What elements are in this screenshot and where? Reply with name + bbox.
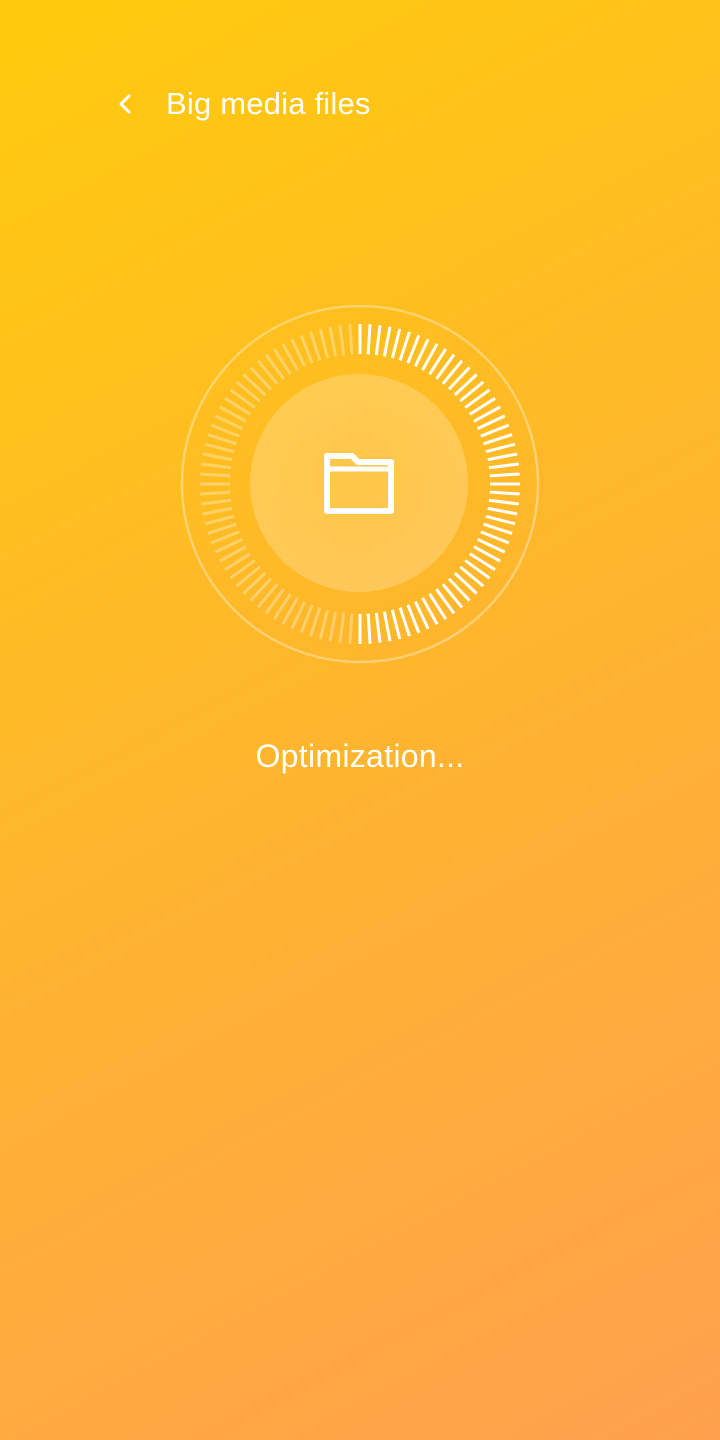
chevron-left-icon: [119, 94, 131, 114]
scan-core-circle: [250, 374, 468, 592]
progress-tick-active: [382, 326, 392, 357]
progress-tick-active: [366, 613, 372, 644]
progress-tick-inactive: [202, 506, 233, 516]
progress-tick-active: [382, 611, 392, 642]
progress-tick-inactive: [204, 514, 235, 526]
progress-tick-active: [398, 607, 411, 637]
progress-tick-inactive: [309, 331, 322, 361]
app-header: Big media files: [0, 70, 720, 140]
progress-tick-active: [390, 609, 402, 640]
progress-tick-active: [485, 514, 516, 526]
progress-tick-active: [374, 325, 382, 356]
progress-tick-active: [366, 324, 372, 355]
status-text: Optimization...: [255, 738, 465, 774]
scan-progress-ring: [180, 304, 540, 664]
progress-tick-inactive: [328, 611, 338, 642]
progress-tick-active: [489, 490, 520, 496]
progress-tick-inactive: [200, 472, 231, 478]
progress-tick-inactive: [207, 522, 237, 535]
progress-tick-active: [483, 433, 513, 446]
progress-tick-inactive: [201, 498, 232, 506]
progress-tick-active: [488, 462, 519, 470]
progress-tick-inactive: [309, 607, 322, 637]
progress-tick-inactive: [204, 442, 235, 454]
progress-tick-active: [488, 498, 519, 506]
progress-tick-inactive: [318, 328, 330, 359]
progress-tick-inactive: [338, 612, 346, 643]
progress-tick-inactive: [207, 433, 237, 446]
back-button[interactable]: [104, 82, 148, 126]
progress-tick-active: [483, 522, 513, 535]
progress-tick-active: [487, 452, 518, 462]
progress-tick-inactive: [200, 490, 231, 496]
progress-tick-inactive: [201, 462, 232, 470]
progress-tick-active: [390, 328, 402, 359]
progress-tick-inactive: [328, 326, 338, 357]
progress-tick-active: [489, 472, 520, 478]
folder-icon: [324, 453, 394, 514]
progress-tick-active: [374, 612, 382, 643]
progress-tick-inactive: [318, 609, 330, 640]
progress-tick-active: [487, 506, 518, 516]
progress-tick-inactive: [348, 324, 354, 355]
progress-tick-inactive: [338, 325, 346, 356]
progress-tick-inactive: [202, 452, 233, 462]
progress-tick-active: [398, 331, 411, 361]
progress-tick-inactive: [348, 613, 354, 644]
page-title: Big media files: [166, 86, 371, 121]
progress-tick-active: [485, 442, 516, 454]
